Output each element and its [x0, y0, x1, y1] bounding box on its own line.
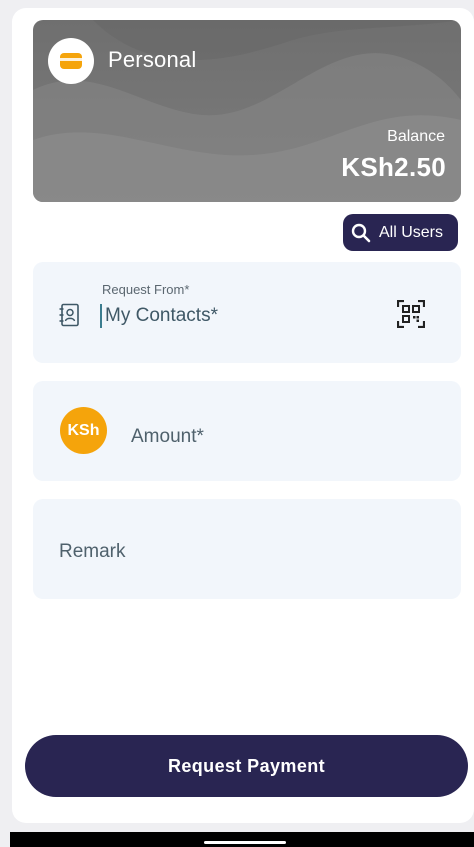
- request-from-label: Request From*: [102, 282, 190, 297]
- request-from-field[interactable]: Request From* My Contacts*: [33, 262, 461, 363]
- amount-field[interactable]: KSh Amount*: [33, 381, 461, 481]
- wallet-avatar: [48, 38, 94, 84]
- contact-book-icon: [59, 303, 79, 327]
- request-from-value[interactable]: My Contacts*: [105, 305, 218, 327]
- currency-badge: KSh: [60, 407, 107, 454]
- remark-placeholder: Remark: [59, 541, 126, 562]
- wallet-icon: [60, 53, 82, 69]
- amount-placeholder: Amount*: [131, 426, 204, 447]
- wallet-card[interactable]: Personal Balance KSh2.50: [33, 20, 461, 202]
- remark-field[interactable]: Remark: [33, 499, 461, 599]
- system-nav-bar: [10, 832, 474, 847]
- all-users-label: All Users: [379, 223, 444, 241]
- request-payment-button[interactable]: Request Payment: [25, 735, 468, 797]
- balance-value: KSh2.50: [341, 152, 446, 182]
- balance-label: Balance: [387, 128, 445, 145]
- text-cursor: [100, 304, 102, 328]
- request-payment-label: Request Payment: [167, 755, 326, 776]
- qr-code-icon[interactable]: [397, 300, 425, 328]
- home-indicator[interactable]: [204, 841, 286, 844]
- all-users-button[interactable]: All Users: [343, 214, 458, 251]
- search-icon: [351, 223, 371, 242]
- wallet-name: Personal: [108, 47, 197, 72]
